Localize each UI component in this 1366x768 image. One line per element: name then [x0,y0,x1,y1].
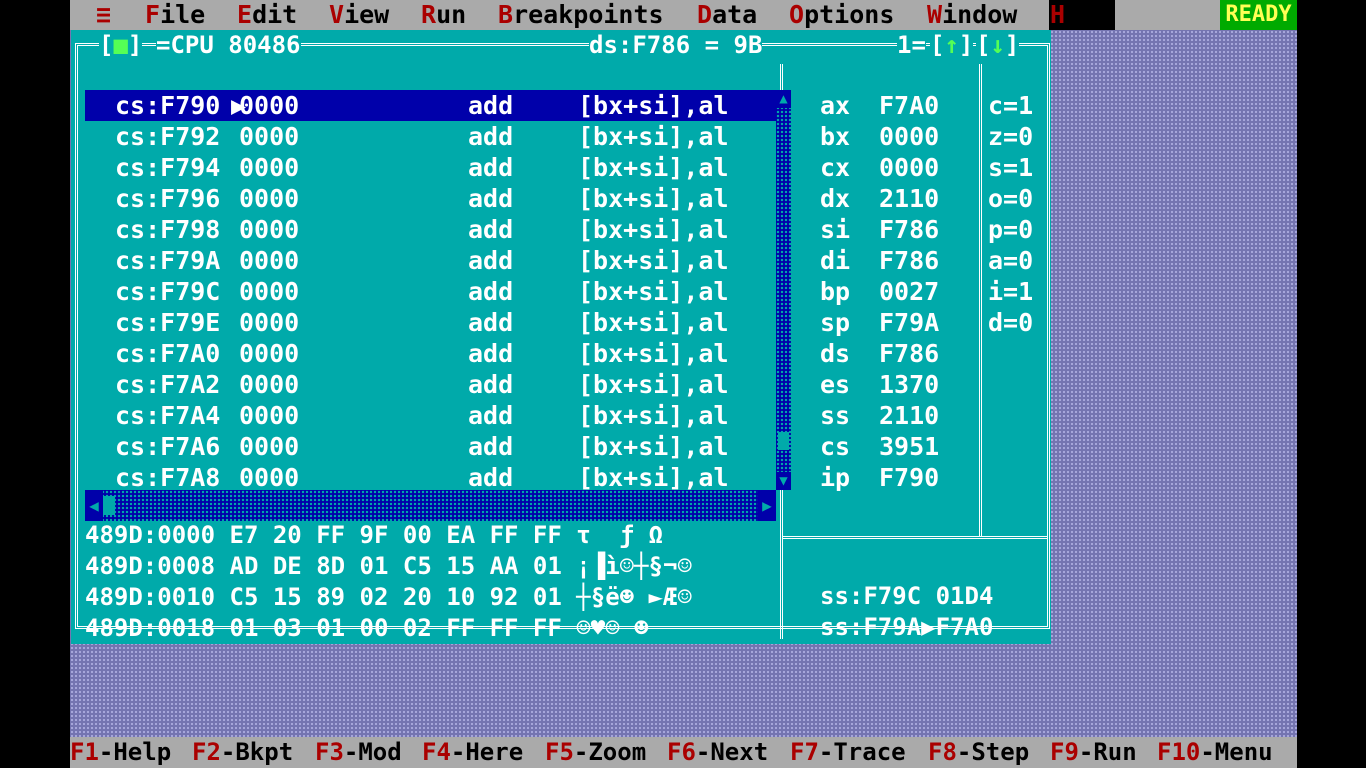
menu-view[interactable]: View [329,0,389,30]
flag-overflow[interactable]: o=0 [988,183,1033,214]
status-indicator: READY [1220,0,1297,30]
code-line[interactable]: cs:F79E 0000 add [bx+si],al [85,307,778,338]
code-line[interactable]: cs:F79C 0000 add [bx+si],al [85,276,778,307]
menu-bar: ≡ File Edit View Run Breakpoints Data Op… [70,0,1297,30]
close-icon: ■ [113,31,128,59]
code-line[interactable]: cs:F798 0000 add [bx+si],al [85,214,778,245]
fkey-help[interactable]: F1-Help [70,737,171,768]
fkey-run[interactable]: F9-Run [1050,737,1137,768]
close-button[interactable]: [■] [99,31,143,59]
zoom-down-button[interactable]: [↓] [976,31,1020,59]
window-number: 1= [897,31,926,59]
scroll-thumb[interactable] [103,496,115,515]
stack-row-current[interactable]: ss:F79A▶F7A0 [820,612,993,643]
flag-zero[interactable]: z=0 [988,121,1033,152]
stack-pane[interactable]: ss:F79C 01D4 ss:F79A▶F7A0 [784,581,1048,643]
fkey-zoom[interactable]: F5-Zoom [545,737,646,768]
code-line[interactable]: cs:F7A6 0000 add [bx+si],al [85,431,778,462]
dump-row[interactable]: 489D:0008 AD DE 8D 01 C5 15 AA 01 ¡▐ì☺┼§… [85,551,692,582]
registers-pane[interactable]: ax F7A0 bx 0000 cx 0000 dx 2110 si F786 di F78… [784,90,984,492]
fkey-here[interactable]: F4-Here [422,737,523,768]
menu-breakpoints[interactable]: Breakpoints [498,0,664,30]
disassembly-pane[interactable]: cs:F790 ▶ 0000 add [bx+si],al cs:F792 0000 add… [85,60,778,493]
flag-carry[interactable]: c=1 [988,90,1033,121]
fkey-step[interactable]: F8-Step [928,737,1029,768]
menu-run[interactable]: Run [421,0,466,30]
code-line[interactable]: cs:F792 0000 add [bx+si],al [85,121,778,152]
menu-window[interactable]: Window [927,0,1017,30]
fkey-modify[interactable]: F3-Mod [315,737,402,768]
stack-pointer-arrow-icon: ▶ [921,613,936,641]
flags-pane[interactable]: c=1 z=0 s=1 o=0 p=0 a=0 i=1 d=0 [988,90,1044,490]
flag-interrupt[interactable]: i=1 [988,276,1033,307]
code-line-current[interactable]: cs:F790 ▶ 0000 add [bx+si],al [85,90,778,121]
screen: ≡ File Edit View Run Breakpoints Data Op… [70,0,1297,768]
menu-data[interactable]: Data [697,0,757,30]
fkey-next[interactable]: F6-Next [667,737,768,768]
stack-row[interactable]: ss:F79C 01D4 [820,581,993,612]
function-key-bar: F1-Help F2-Bkpt F3-Mod F4-Here F5-Zoom F… [70,737,1297,768]
system-menu[interactable]: ≡ [96,0,111,30]
code-line[interactable]: cs:F7A0 0000 add [bx+si],al [85,338,778,369]
dump-row[interactable]: 489D:0010 C5 15 89 02 20 10 92 01 ┼§ë☻ ►… [85,582,692,613]
fkey-breakpoint[interactable]: F2-Bkpt [192,737,293,768]
code-line[interactable]: cs:F79A 0000 add [bx+si],al [85,245,778,276]
window-title-bar[interactable]: [■] =CPU 80486 ds:F786 = 9B 1= [↑] [↓] [71,30,1051,60]
menu-file[interactable]: File [145,0,205,30]
code-horizontal-scrollbar[interactable]: ◀ ▶ [85,490,776,521]
fkey-menu[interactable]: F10-Menu [1157,737,1273,768]
menu-options[interactable]: Options [789,0,894,30]
flag-direction[interactable]: d=0 [988,307,1033,338]
code-line[interactable]: cs:F796 0000 add [bx+si],al [85,183,778,214]
window-info: ds:F786 = 9B [589,31,763,59]
memory-dump-pane[interactable]: 489D:0000 E7 20 FF 9F 00 EA FF FF τ ƒ Ω … [85,520,778,644]
zoom-up-button[interactable]: [↑] [930,31,974,59]
arrow-up-icon: ↑ [944,31,959,59]
flag-sign[interactable]: s=1 [988,152,1033,183]
arrow-down-icon: ↓ [990,31,1005,59]
fkey-trace[interactable]: F7-Trace [790,737,906,768]
dump-row[interactable]: 489D:0000 E7 20 FF 9F 00 EA FF FF τ ƒ Ω [85,520,663,551]
code-line[interactable]: cs:F7A2 0000 add [bx+si],al [85,369,778,400]
menu-edit[interactable]: Edit [237,0,297,30]
flag-parity[interactable]: p=0 [988,214,1033,245]
system-menu-icon: ≡ [96,0,112,29]
code-line[interactable]: cs:F794 0000 add [bx+si],al [85,152,778,183]
window-title: =CPU 80486 [156,31,301,59]
menu-help[interactable]: Help [1050,0,1110,30]
scroll-right-icon[interactable]: ▶ [758,490,776,521]
scroll-left-icon[interactable]: ◀ [85,490,103,521]
cpu-window[interactable]: [■] =CPU 80486 ds:F786 = 9B 1= [↑] [↓] c… [71,30,1051,644]
flag-auxiliary[interactable]: a=0 [988,245,1033,276]
dump-row[interactable]: 489D:0018 01 03 01 00 02 FF FF FF ☺♥☺ ☻ [85,613,649,644]
code-line[interactable]: cs:F7A4 0000 add [bx+si],al [85,400,778,431]
code-line[interactable]: cs:F7A8 0000 add [bx+si],al [85,462,778,493]
stack-divider-horizontal[interactable] [783,536,1047,539]
